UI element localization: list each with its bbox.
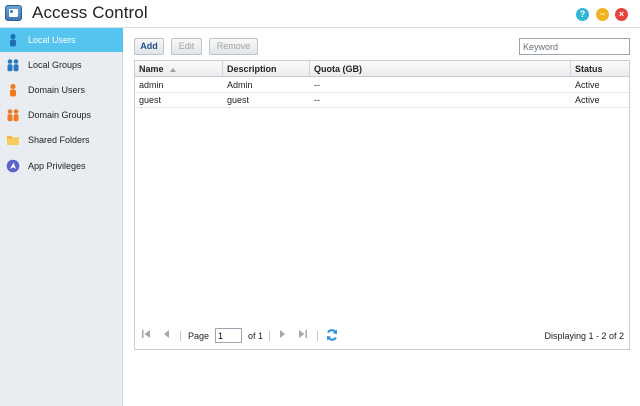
- app-privileges-icon: [6, 159, 20, 173]
- users-icon: [7, 59, 19, 72]
- sidebar: Local Users Local Groups Domain Users Do…: [0, 28, 123, 406]
- divider: [269, 331, 270, 341]
- access-control-app-icon: [5, 5, 22, 21]
- previous-page-icon[interactable]: [162, 329, 172, 339]
- sidebar-item-label: Domain Users: [28, 85, 86, 95]
- displaying-count: Displaying 1 - 2 of 2: [544, 331, 624, 341]
- sidebar-item-label: App Privileges: [28, 161, 86, 171]
- close-button[interactable]: ×: [615, 8, 628, 21]
- cell-status: Active: [575, 95, 600, 105]
- cell-quota: --: [314, 95, 320, 105]
- sidebar-item-domain-users[interactable]: Domain Users: [0, 78, 123, 102]
- add-button[interactable]: Add: [134, 38, 164, 55]
- title-bar: Access Control ? − ×: [0, 0, 640, 28]
- column-header-quota[interactable]: Quota (GB): [310, 61, 571, 77]
- keyword-search-input[interactable]: [519, 38, 630, 55]
- cell-description: Admin: [227, 80, 253, 90]
- sidebar-item-label: Local Groups: [28, 60, 82, 70]
- next-page-icon[interactable]: [277, 329, 287, 339]
- cell-name: admin: [139, 80, 164, 90]
- table-header: Name Description Quota (GB) Status: [135, 61, 629, 77]
- cell-status: Active: [575, 80, 600, 90]
- remove-button[interactable]: Remove: [209, 38, 258, 55]
- help-button[interactable]: ?: [576, 8, 589, 21]
- cell-description: guest: [227, 95, 250, 105]
- divider: [180, 331, 181, 341]
- window-title: Access Control: [32, 3, 148, 22]
- pagination-bar: Page of 1 Displaying 1 - 2 of 2: [135, 323, 629, 349]
- edit-button[interactable]: Edit: [171, 38, 202, 55]
- folder-icon: [7, 136, 19, 145]
- minimize-button[interactable]: −: [596, 8, 609, 21]
- column-header-description[interactable]: Description: [223, 61, 310, 77]
- cell-quota: --: [314, 80, 320, 90]
- domain-group-icon: [7, 109, 19, 122]
- sidebar-item-label: Shared Folders: [28, 135, 90, 145]
- divider: [317, 331, 318, 341]
- last-page-icon[interactable]: [298, 329, 308, 339]
- domain-user-icon: [10, 83, 16, 97]
- sidebar-item-domain-groups[interactable]: Domain Groups: [0, 103, 123, 127]
- page-label: Page: [188, 331, 210, 341]
- sidebar-item-label: Domain Groups: [28, 110, 92, 120]
- sidebar-item-local-users[interactable]: Local Users: [0, 28, 123, 52]
- column-header-name[interactable]: Name: [135, 61, 223, 77]
- sidebar-item-shared-folders[interactable]: Shared Folders: [0, 128, 123, 152]
- table-row[interactable]: guest guest -- Active: [135, 93, 629, 108]
- column-header-status[interactable]: Status: [571, 61, 629, 77]
- first-page-icon[interactable]: [141, 329, 151, 339]
- sidebar-item-label: Local Users: [28, 35, 76, 45]
- cell-name: guest: [139, 95, 162, 105]
- page-count-label: of 1: [248, 331, 264, 341]
- sort-ascending-icon: [169, 67, 176, 72]
- sidebar-item-local-groups[interactable]: Local Groups: [0, 53, 123, 77]
- users-table: Name Description Quota (GB) Status admin…: [134, 60, 630, 350]
- refresh-icon[interactable]: [325, 328, 339, 342]
- sidebar-item-app-privileges[interactable]: App Privileges: [0, 154, 123, 178]
- page-number-input[interactable]: [215, 328, 242, 343]
- table-row[interactable]: admin Admin -- Active: [135, 78, 629, 93]
- user-icon: [10, 33, 16, 47]
